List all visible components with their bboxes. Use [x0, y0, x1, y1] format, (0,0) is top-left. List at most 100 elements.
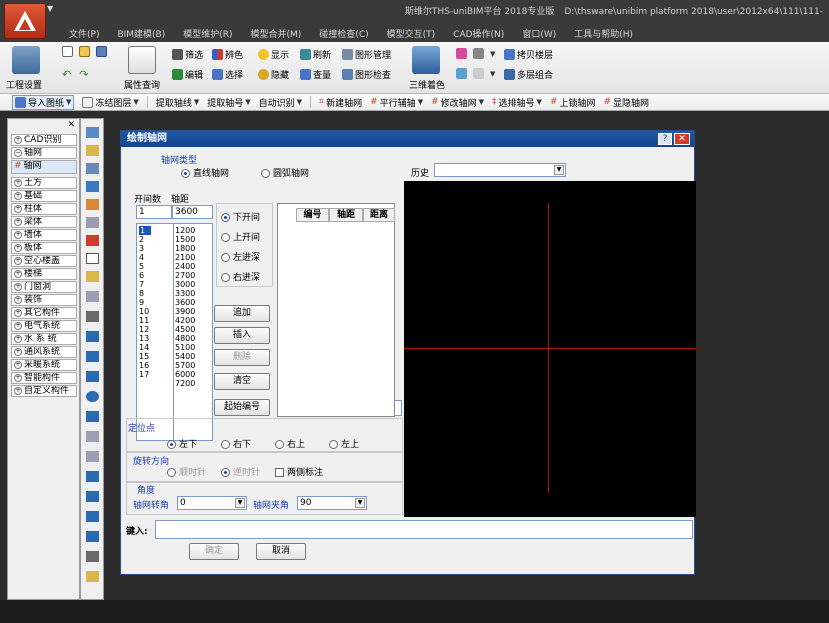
gem-icon[interactable]	[456, 48, 467, 59]
list-item[interactable]: 14 5100	[137, 343, 212, 352]
dimension-tool-icon[interactable]	[86, 571, 99, 582]
modify-axis-grid-button[interactable]: # 修改轴网 ▼	[431, 96, 484, 109]
nav-ventilation[interactable]: + 通风系统	[11, 346, 77, 358]
list-item[interactable]: 16 5700	[137, 361, 212, 370]
menu-bim-modeling[interactable]: BIM建模(B)	[108, 25, 174, 41]
list-item[interactable]: 7200	[137, 379, 212, 388]
menu-model-merge[interactable]: 模型合并(M)	[242, 25, 311, 41]
menu-cad-operations[interactable]: CAD操作(N)	[444, 25, 513, 41]
rotate-ccw-radio[interactable]: 逆时针	[221, 465, 260, 478]
offset-tool-icon[interactable]	[86, 431, 99, 442]
pos-upper-left-radio[interactable]: 左上	[329, 437, 359, 450]
nav-slab[interactable]: + 板体	[11, 242, 77, 254]
text-tool-icon[interactable]	[86, 253, 99, 264]
parallel-aux-button[interactable]: # 平行辅轴 ▼	[370, 96, 423, 109]
nav-water[interactable]: + 水 系 统	[11, 333, 77, 345]
nav-heating[interactable]: + 采暖系统	[11, 359, 77, 371]
menu-clash-check[interactable]: 碰撞检查(C)	[310, 25, 377, 41]
nav-door-window[interactable]: + 门窗洞	[11, 281, 77, 293]
close-panel-icon[interactable]: ✕	[67, 120, 75, 130]
match-color-button[interactable]: 辨色	[212, 48, 243, 61]
list-item[interactable]: 2 1500	[137, 235, 212, 244]
nav-axis-group[interactable]: − 轴网	[11, 147, 77, 159]
right-depth-radio[interactable]: 右进深	[221, 270, 260, 283]
multi-floor-button[interactable]: 多层组合	[504, 68, 553, 81]
graph-manage-button[interactable]: 图形管理	[342, 48, 391, 61]
brush-tool-icon[interactable]	[86, 331, 99, 342]
shape-tool-icon[interactable]	[86, 411, 99, 422]
list-item[interactable]: 5 2400	[137, 262, 212, 271]
auto-recognize-button[interactable]: 自动识别 ▼	[259, 96, 302, 109]
nav-electrical[interactable]: + 电气系统	[11, 320, 77, 332]
3d-color-icon[interactable]	[412, 46, 440, 74]
nav-stairs[interactable]: + 楼梯	[11, 268, 77, 280]
rectangle-tool-icon[interactable]	[86, 531, 99, 542]
project-settings-label[interactable]: 工程设置	[6, 78, 42, 91]
arc-grid-radio[interactable]: 圆弧轴网	[261, 166, 309, 179]
bay-count-input[interactable]: 1	[136, 205, 172, 219]
list-item[interactable]: 12 4500	[137, 325, 212, 334]
menu-model-maintenance[interactable]: 模型维护(R)	[174, 25, 241, 41]
show-button[interactable]: 显示	[258, 48, 289, 61]
rotate-cw-radio[interactable]: 顺时针	[167, 465, 206, 478]
eraser-tool-icon[interactable]	[86, 235, 99, 246]
line-tool-icon[interactable]	[86, 471, 99, 482]
list-item[interactable]: 13 4800	[137, 334, 212, 343]
open-folder-icon[interactable]	[79, 46, 90, 57]
help-icon[interactable]: ?	[658, 133, 672, 145]
list-item[interactable]: 10 3900	[137, 307, 212, 316]
menu-model-exchange[interactable]: 模型交互(T)	[378, 25, 445, 41]
menu-window[interactable]: 窗口(W)	[513, 25, 565, 41]
cancel-button[interactable]: 取消	[256, 543, 306, 560]
distance-list[interactable]: 1 1200 2 1500 3 1800 4 2100 5 2400 6 2700 7 300…	[136, 223, 213, 441]
start-number-button[interactable]: 起始编号	[214, 399, 270, 416]
nav-column[interactable]: + 柱体	[11, 203, 77, 215]
select-axis-no-button[interactable]: ‡ 选排轴号 ▼	[492, 96, 542, 109]
nav-cad-recognize[interactable]: + CAD识别	[11, 134, 77, 146]
nav-custom-components[interactable]: + 自定义构件	[11, 385, 77, 397]
clear-button[interactable]: 清空	[214, 373, 270, 390]
nav-earthwork[interactable]: + 土方	[11, 177, 77, 189]
lower-bay-radio[interactable]: 下开间	[221, 210, 260, 223]
corner-tool-icon[interactable]	[86, 551, 99, 562]
pos-lower-right-radio[interactable]: 右下	[221, 437, 251, 450]
nav-other-components[interactable]: + 其它构件	[11, 307, 77, 319]
dimension-icon[interactable]	[473, 68, 484, 79]
property-query-icon[interactable]	[128, 46, 156, 74]
upper-bay-radio[interactable]: 上开间	[221, 230, 260, 243]
left-depth-radio[interactable]: 左进深	[221, 250, 260, 263]
delete-button[interactable]: 删除	[214, 349, 270, 366]
straight-grid-radio[interactable]: 直线轴网	[181, 166, 229, 179]
close-icon[interactable]: ✕	[674, 133, 690, 145]
beam-tool-icon[interactable]	[86, 181, 99, 192]
extract-axis-button[interactable]: 提取轴线 ▼	[156, 96, 199, 109]
two-side-label-checkbox[interactable]: 两侧标注	[275, 465, 323, 478]
chevron-down-icon[interactable]: ▼	[355, 498, 365, 508]
show-hide-axis-button[interactable]: # 显隐轴网	[604, 96, 650, 109]
list-item[interactable]: 17 6000	[137, 370, 212, 379]
brush-icon[interactable]	[456, 68, 467, 79]
filter-button[interactable]: 筛选	[172, 48, 203, 61]
add-button[interactable]: 追加	[214, 305, 270, 322]
insert-button[interactable]: 插入	[214, 327, 270, 344]
import-drawing-button[interactable]: 导入图纸 ▼	[12, 94, 75, 110]
list-item[interactable]: 15 5400	[137, 352, 212, 361]
graph-check-button[interactable]: 图形检查	[342, 68, 391, 81]
property-query-label[interactable]: 属性查询	[124, 78, 160, 91]
layer-icon[interactable]	[473, 48, 484, 59]
select-button[interactable]: 选择	[212, 68, 243, 81]
list-item[interactable]: 8 3300	[137, 289, 212, 298]
stretch-tool-icon[interactable]	[86, 451, 99, 462]
nav-axis-item[interactable]: # 轴网	[11, 160, 77, 174]
nav-decoration[interactable]: + 装饰	[11, 294, 77, 306]
menu-tools-help[interactable]: 工具与帮助(H)	[565, 25, 642, 41]
project-settings-icon[interactable]	[12, 46, 40, 74]
list-item[interactable]: 11 4200	[137, 316, 212, 325]
new-file-icon[interactable]	[62, 46, 73, 57]
distance-input[interactable]: 3600	[172, 205, 213, 219]
grid-tool-icon[interactable]	[86, 163, 99, 174]
edit-button[interactable]: 编辑	[172, 68, 203, 81]
extend-tool-icon[interactable]	[86, 511, 99, 522]
list-item[interactable]: 9 3600	[137, 298, 212, 307]
pen-tool-icon[interactable]	[86, 311, 99, 322]
